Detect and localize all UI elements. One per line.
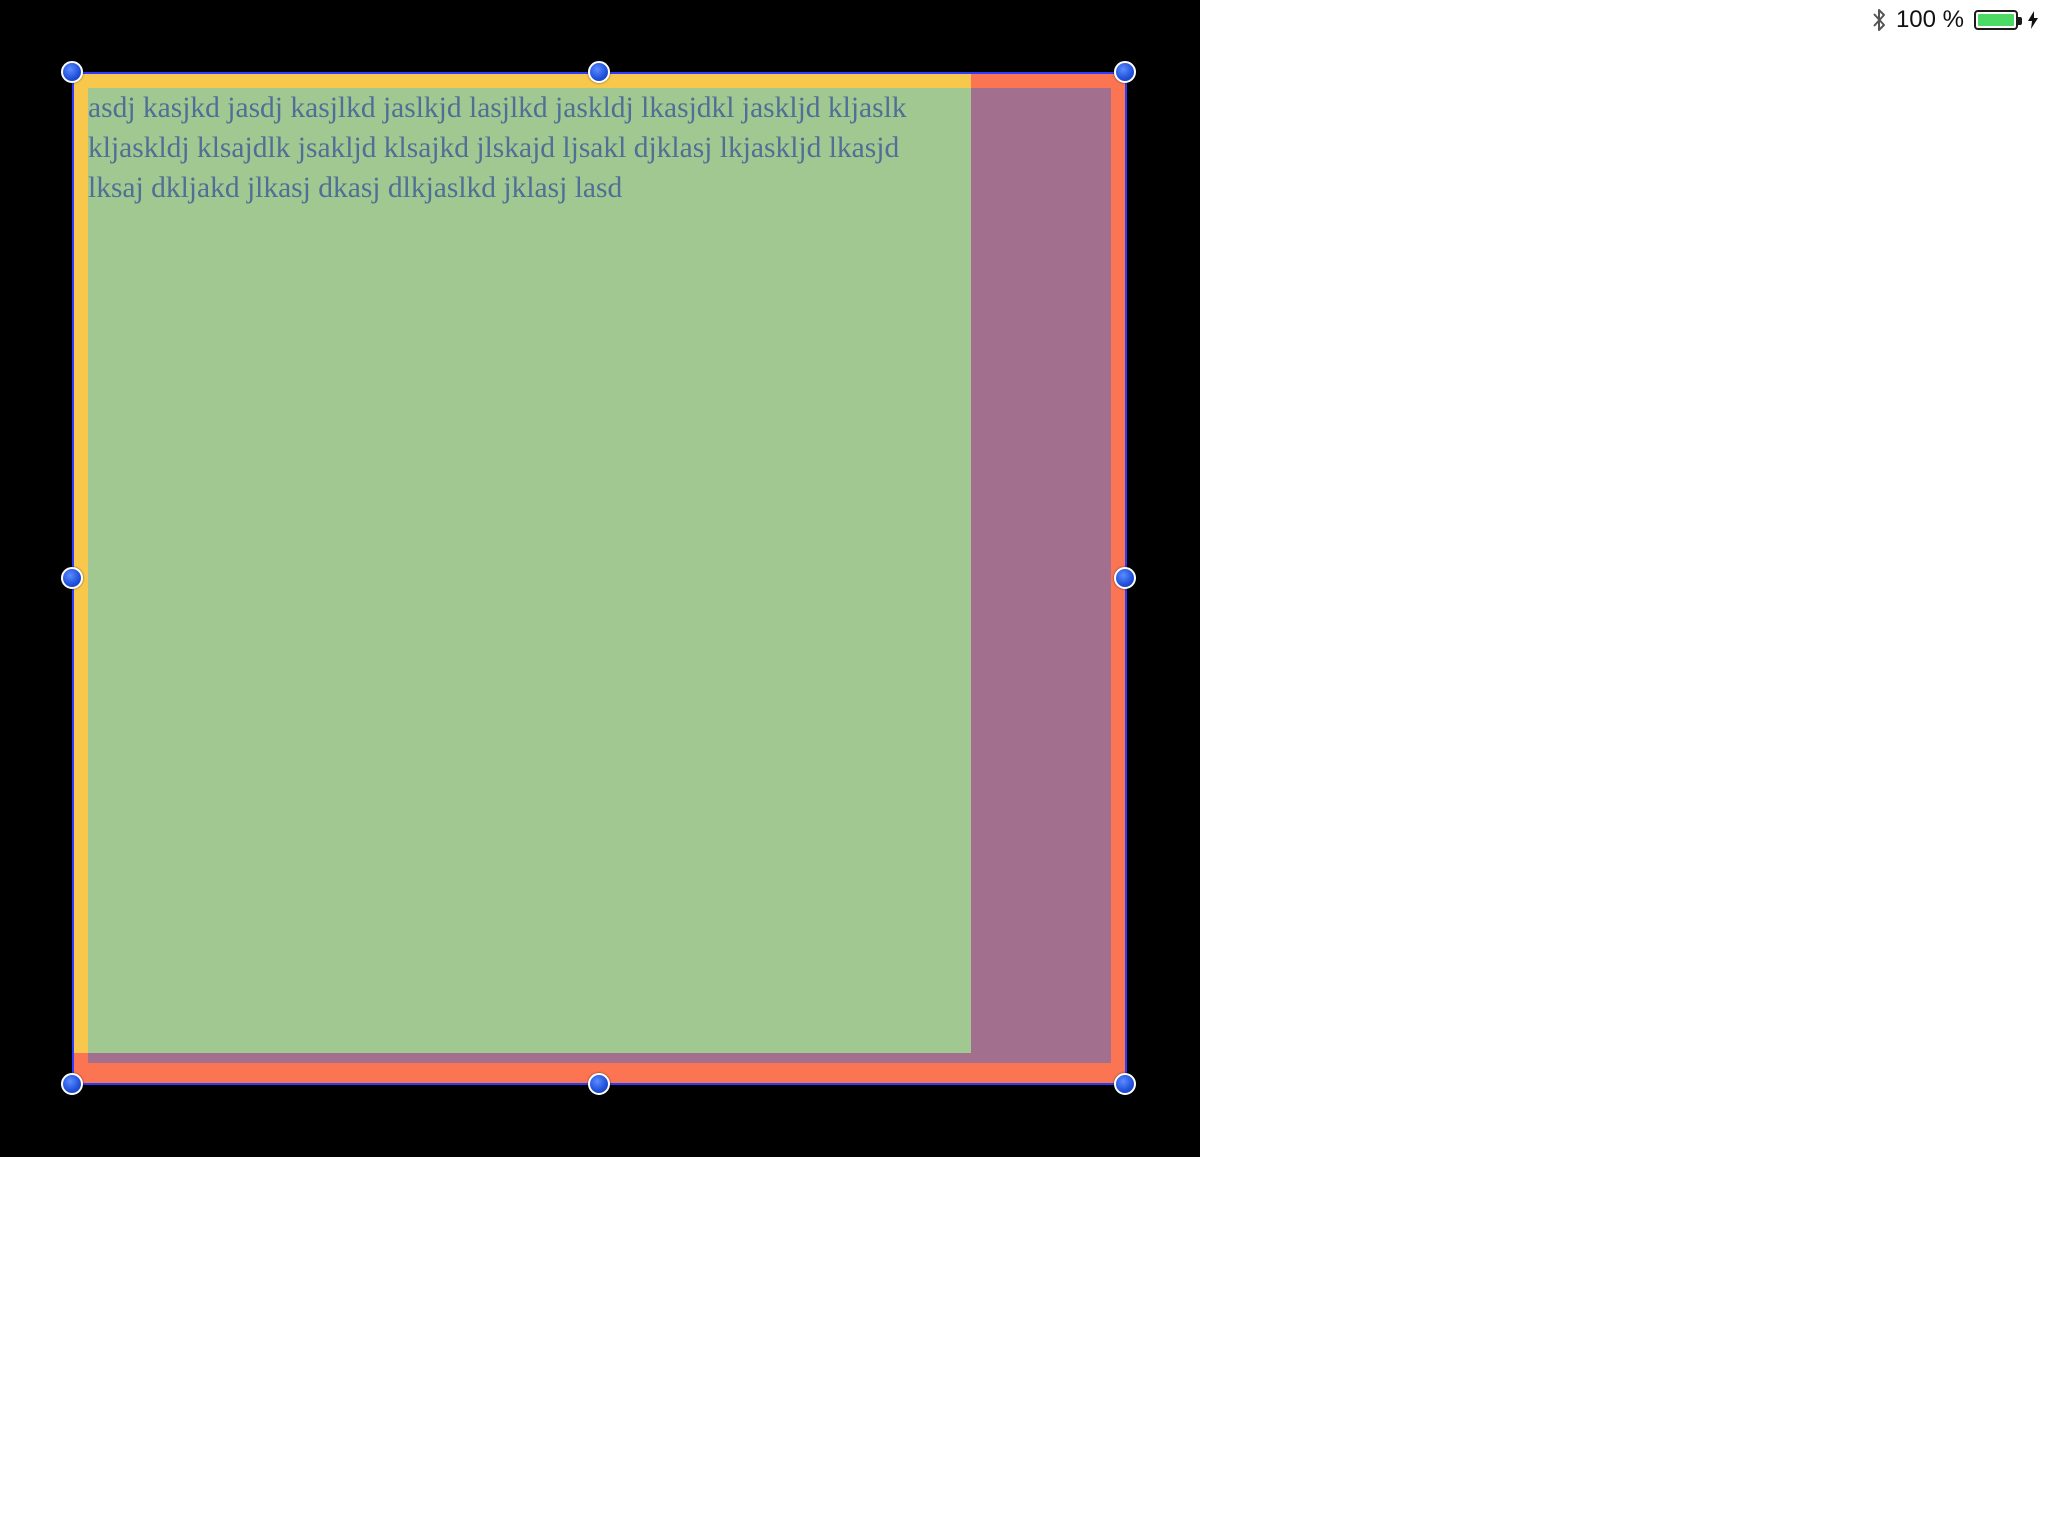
text-line-2: kljaskldj klsajdlk jsakljd klsajkd jlska… — [88, 132, 900, 164]
resize-handle-middle-left[interactable] — [61, 567, 83, 589]
status-bar: 100 % — [1872, 0, 2048, 40]
battery-percentage: 100 % — [1895, 6, 1964, 33]
resize-handle-bottom-right[interactable] — [1114, 1073, 1136, 1095]
resize-handle-top-center[interactable] — [588, 61, 610, 83]
resize-handle-top-right[interactable] — [1114, 61, 1136, 83]
text-line-1: asdj kasjkd jasdj kasjlkd jaslkjd lasjlk… — [88, 92, 907, 124]
canvas: asdj kasjkd jasdj kasjlkd jaslkjd lasjlk… — [0, 0, 1200, 1157]
bluetooth-icon — [1872, 7, 1886, 33]
selected-container[interactable]: asdj kasjkd jasdj kasjlkd jaslkjd lasjlk… — [72, 72, 1127, 1085]
text-line-3: lksaj dkljakd jlkasj dkasj dlkjaslkd jkl… — [88, 172, 623, 204]
resize-handle-top-left[interactable] — [61, 61, 83, 83]
screen: 100 % asdj kasjkd jasdj kasjlkd jaslkjd … — [0, 0, 2048, 1536]
resize-handle-bottom-left[interactable] — [61, 1073, 83, 1095]
bottom-overlay — [88, 1053, 1111, 1063]
exclusion-overlay — [971, 88, 1111, 1068]
bolt-icon — [2028, 11, 2038, 29]
battery-icon — [1974, 10, 2022, 30]
resize-handle-bottom-center[interactable] — [588, 1073, 610, 1095]
battery-fill — [1978, 14, 2014, 26]
exclusion-region — [971, 74, 1125, 1083]
text-view[interactable]: asdj kasjkd jasdj kasjlkd jaslkjd lasjlk… — [88, 88, 971, 1053]
resize-handle-middle-right[interactable] — [1114, 567, 1136, 589]
